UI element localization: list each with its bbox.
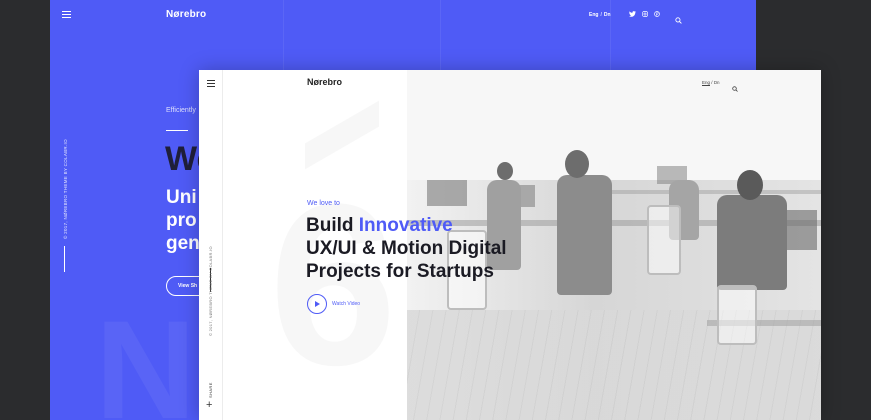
- play-icon[interactable]: [307, 294, 327, 314]
- logo[interactable]: Nørebro: [307, 77, 342, 87]
- hero-eyebrow: We love to: [307, 200, 340, 207]
- subtitle-line: Uni: [166, 187, 197, 208]
- divider: [166, 130, 188, 131]
- heading-line: Projects for Startups: [306, 261, 494, 282]
- person-head: [497, 162, 513, 180]
- lang-other[interactable]: Dn: [604, 12, 611, 18]
- share-label: SHARE: [208, 382, 213, 398]
- share-plus-icon[interactable]: +: [206, 400, 212, 411]
- monitor: [427, 180, 467, 206]
- chair: [717, 285, 757, 345]
- watch-video-button[interactable]: Watch Video: [307, 294, 360, 314]
- hero-heading: Build Innovative UX/UI & Motion Digital …: [306, 214, 507, 283]
- watch-video-label[interactable]: Watch Video: [332, 301, 360, 307]
- monitor: [787, 210, 817, 250]
- pinterest-icon[interactable]: [654, 11, 660, 19]
- person-head: [565, 150, 589, 178]
- copyright-vertical: © 2017, NØREBRO THEME BY COLABR.IO: [208, 246, 213, 336]
- heading-line: UX/UI & Motion Digital: [306, 238, 507, 259]
- hamburger-menu-icon[interactable]: [207, 80, 215, 89]
- language-switcher[interactable]: Eng / Dn: [702, 80, 720, 86]
- hero-eyebrow: Efficiently: [166, 107, 196, 114]
- instagram-icon[interactable]: [642, 11, 648, 19]
- heading-accent: Innovative: [358, 215, 453, 236]
- chair: [647, 205, 681, 275]
- hero-subtitle: Uni pro gen: [166, 186, 200, 255]
- person: [557, 175, 612, 295]
- heading-line: Build Innovative: [306, 215, 453, 236]
- lang-other[interactable]: Dn: [714, 80, 720, 85]
- person: [717, 195, 787, 290]
- subtitle-line: pro: [166, 210, 197, 231]
- hamburger-menu-icon[interactable]: [62, 11, 71, 20]
- language-switcher[interactable]: Eng / Dn: [589, 12, 611, 18]
- person-head: [737, 170, 763, 200]
- subtitle-line: gen: [166, 233, 200, 254]
- left-sidebar: © 2017, NØREBRO THEME BY COLABR.IO SHARE…: [199, 70, 223, 420]
- lang-active[interactable]: Eng: [589, 12, 598, 18]
- copyright-vertical: © 2017, NØREBRO THEME BY COLABR.IO: [63, 139, 68, 239]
- floor: [407, 310, 821, 420]
- desk: [607, 190, 821, 194]
- social-links: [629, 11, 660, 19]
- front-screen: 6 © 2017, NØREBRO THEME BY COLABR.IO SHA…: [199, 70, 821, 420]
- divider: [64, 246, 65, 272]
- lang-active[interactable]: Eng: [702, 80, 711, 86]
- window-area: [407, 70, 821, 180]
- ghost-letter: N: [95, 291, 197, 420]
- logo[interactable]: Nørebro: [166, 9, 206, 20]
- search-icon[interactable]: [675, 11, 682, 29]
- search-icon[interactable]: [732, 79, 738, 97]
- twitter-icon[interactable]: [629, 11, 636, 19]
